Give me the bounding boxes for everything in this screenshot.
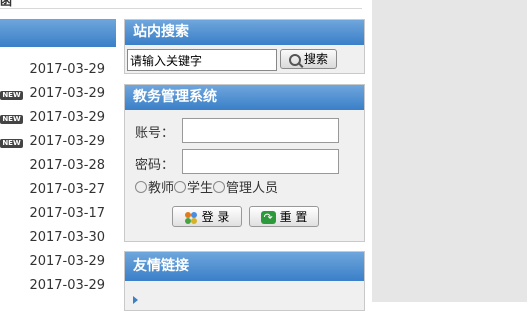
role-teacher-label: 教师 bbox=[148, 181, 175, 196]
account-input[interactable] bbox=[182, 118, 339, 143]
role-student-radio[interactable]: 学生 bbox=[174, 181, 213, 196]
search-button[interactable]: 搜索 bbox=[280, 49, 337, 69]
news-item[interactable]: 2017-03-30 bbox=[0, 227, 117, 251]
friendly-links-title: 友情链接 bbox=[125, 252, 364, 281]
news-date: 2017-03-29 bbox=[29, 86, 105, 101]
news-item[interactable]: NEW 2017-03-29 bbox=[0, 107, 117, 131]
news-item[interactable]: NEW 2017-03-29 bbox=[0, 131, 117, 155]
news-date: 2017-03-29 bbox=[29, 110, 105, 125]
news-item[interactable]: 2017-03-29 bbox=[0, 251, 117, 275]
radio-circle-icon bbox=[174, 181, 187, 193]
news-item[interactable]: NEW 2017-03-29 bbox=[0, 83, 117, 107]
news-list: 2017-03-29 NEW 2017-03-29 NEW 2017-03-29 NEW 2… bbox=[0, 59, 117, 299]
site-search-box: 站内搜索 请输入关键字 搜索 bbox=[124, 19, 365, 74]
login-box: 教务管理系统 账号： 密码： 教师 学生 管理人员 登 录 ↷ 重 置 bbox=[124, 84, 365, 242]
login-button[interactable]: 登 录 bbox=[172, 206, 242, 227]
top-strip: 函 bbox=[0, 0, 362, 9]
reset-button-label: 重 置 bbox=[279, 210, 308, 224]
news-item[interactable]: 2017-03-28 bbox=[0, 155, 117, 179]
radio-circle-icon bbox=[213, 181, 226, 193]
new-badge: NEW bbox=[0, 139, 23, 148]
search-icon bbox=[288, 53, 301, 66]
role-admin-label: 管理人员 bbox=[226, 181, 279, 196]
account-label: 账号： bbox=[135, 126, 175, 141]
login-title: 教务管理系统 bbox=[125, 85, 364, 110]
login-button-label: 登 录 bbox=[201, 210, 230, 224]
reset-button[interactable]: ↷ 重 置 bbox=[249, 206, 319, 227]
news-date: 2017-03-28 bbox=[29, 158, 105, 173]
right-gray-background bbox=[372, 0, 527, 302]
radio-circle-icon bbox=[135, 181, 147, 193]
new-badge: NEW bbox=[0, 91, 23, 100]
password-input[interactable] bbox=[182, 149, 339, 174]
search-button-label: 搜索 bbox=[303, 52, 328, 66]
news-date: 2017-03-29 bbox=[29, 278, 105, 293]
role-admin-radio[interactable]: 管理人员 bbox=[213, 181, 278, 196]
new-badge: NEW bbox=[0, 115, 23, 124]
friendly-links-box: 友情链接 bbox=[124, 251, 365, 311]
news-item[interactable]: 2017-03-29 bbox=[0, 275, 117, 299]
role-student-label: 学生 bbox=[187, 181, 214, 196]
news-header-bar bbox=[0, 19, 116, 47]
users-icon bbox=[184, 211, 198, 224]
search-input[interactable]: 请输入关键字 bbox=[127, 49, 277, 71]
news-date: 2017-03-27 bbox=[29, 182, 105, 197]
news-item[interactable]: 2017-03-29 bbox=[0, 59, 117, 83]
news-date: 2017-03-29 bbox=[29, 134, 105, 149]
reset-arrow-icon: ↷ bbox=[260, 211, 276, 224]
password-label: 密码： bbox=[135, 158, 175, 173]
bullet-arrow-icon bbox=[133, 296, 138, 304]
news-date: 2017-03-29 bbox=[29, 62, 105, 77]
news-item[interactable]: 2017-03-27 bbox=[0, 179, 117, 203]
site-search-title: 站内搜索 bbox=[125, 20, 364, 45]
news-date: 2017-03-17 bbox=[29, 206, 105, 221]
news-date: 2017-03-30 bbox=[29, 230, 105, 245]
news-date: 2017-03-29 bbox=[29, 254, 105, 269]
role-radio-group: 教师 学生 管理人员 bbox=[135, 177, 278, 196]
role-teacher-radio[interactable]: 教师 bbox=[135, 181, 174, 196]
partial-title: 函 bbox=[0, 0, 13, 8]
news-item[interactable]: 2017-03-17 bbox=[0, 203, 117, 227]
